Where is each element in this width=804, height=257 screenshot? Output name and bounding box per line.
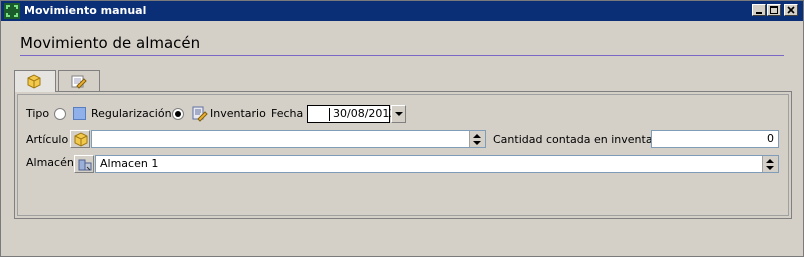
arrow-up-icon — [473, 134, 481, 138]
square-icon — [73, 107, 86, 120]
box-icon — [74, 132, 88, 147]
articulo-label: Artículo — [26, 133, 69, 146]
maximize-icon — [770, 6, 778, 14]
cantidad-value: 0 — [767, 132, 774, 145]
app-icon — [4, 3, 20, 19]
maximize-button[interactable] — [767, 4, 781, 16]
fecha-dropdown-button[interactable] — [391, 105, 406, 123]
header-divider — [20, 55, 784, 56]
tab-box[interactable] — [14, 70, 56, 92]
cantidad-input[interactable]: 0 — [651, 130, 779, 148]
arrow-down-icon — [766, 166, 774, 170]
inventory-icon — [191, 105, 208, 122]
arrow-up-icon — [766, 159, 774, 163]
chevron-down-icon — [395, 112, 403, 116]
almacen-input[interactable]: Almacen 1 — [95, 155, 779, 173]
articulo-input[interactable] — [91, 130, 486, 148]
title-bar[interactable]: Movimiento manual — [1, 1, 803, 21]
minimize-button[interactable] — [752, 4, 766, 16]
page-title: Movimiento de almacén — [20, 34, 201, 52]
fecha-value: 30/08/2013 — [333, 107, 397, 120]
cantidad-label: Cantidad contada en inventario — [493, 133, 667, 146]
tab-notes[interactable] — [58, 70, 100, 91]
tipo-label: Tipo — [26, 107, 50, 120]
warehouse-icon — [78, 159, 92, 171]
radio-inventario[interactable] — [172, 108, 184, 120]
inventario-label[interactable]: Inventario — [210, 107, 266, 121]
notepad-pencil-icon — [71, 75, 87, 89]
close-button[interactable] — [784, 4, 798, 16]
close-icon — [787, 6, 795, 14]
almacen-value: Almacen 1 — [100, 157, 159, 170]
text-cursor — [329, 108, 330, 121]
arrow-down-icon — [473, 141, 481, 145]
window-title: Movimiento manual — [24, 4, 147, 17]
fecha-label: Fecha — [271, 107, 304, 120]
articulo-spinner[interactable] — [469, 131, 485, 147]
articulo-lookup-button[interactable] — [70, 130, 90, 148]
radio-regularizacion[interactable] — [54, 108, 66, 120]
minimize-icon — [756, 12, 762, 14]
box-icon — [27, 74, 41, 89]
almacen-lookup-button[interactable] — [74, 155, 94, 173]
app-window: Movimiento manual Movimiento de almacén … — [0, 0, 804, 257]
almacen-label: Almacén — [26, 156, 74, 169]
fecha-input[interactable]: 30/08/2013 — [307, 105, 396, 123]
regularizacion-label[interactable]: Regularización — [91, 107, 172, 121]
almacen-spinner[interactable] — [762, 156, 778, 172]
